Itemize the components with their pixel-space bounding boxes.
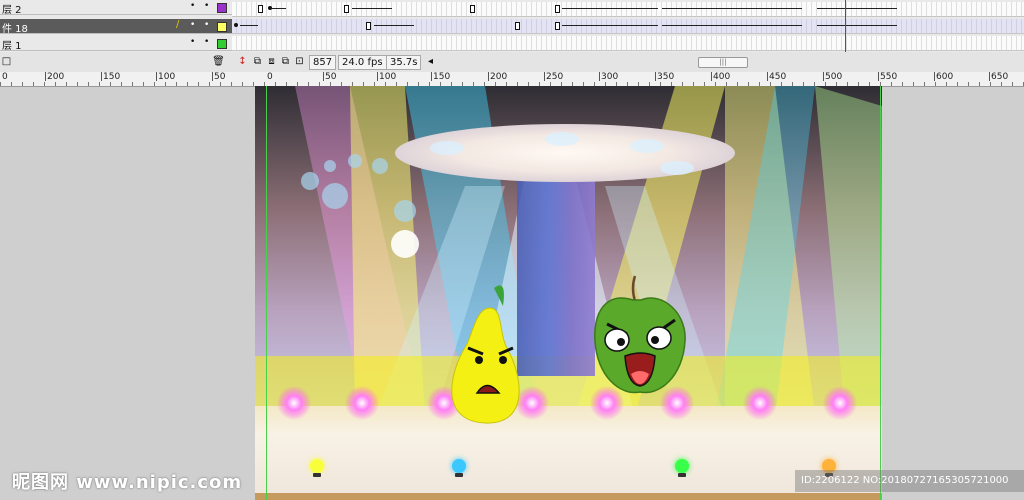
ruler-label: |350 [654, 72, 675, 82]
layer-row-18[interactable]: 件 18 / • • [0, 19, 232, 35]
tween-line [272, 8, 286, 9]
visibility-dot-icon[interactable]: • [190, 1, 195, 11]
characters-svg[interactable] [255, 86, 882, 500]
pear-eye [499, 356, 507, 364]
current-frame: 857 [309, 55, 337, 70]
ruler-label: |450 [766, 72, 787, 82]
ruler-label: 0 [267, 72, 273, 82]
tween-line [662, 8, 802, 9]
keyframe[interactable] [555, 22, 560, 30]
tween-line [240, 25, 258, 26]
center-frame-icon[interactable]: ↕ [236, 55, 249, 68]
ruler-label: |500 [822, 72, 843, 82]
stage-guide-line [266, 86, 267, 500]
ruler-label: |200 [44, 72, 65, 82]
layer-color-swatch[interactable] [217, 3, 227, 13]
keyframe[interactable] [555, 5, 560, 13]
watermark-id: ID:2206122 NO:20180727165305721000 [795, 470, 1024, 492]
frames-row-2[interactable] [232, 2, 1024, 17]
layer-name[interactable]: 层 2 [2, 1, 22, 16]
timeline-status-bar: □ 🗑 ↕ ⧉ ⧈ ⧉ ⊡ 857 24.0 fps 35.7s ◂ ||| [0, 52, 1024, 73]
folder-icon[interactable]: □ [0, 55, 13, 68]
pencil-icon: / [176, 19, 180, 30]
tween-line [562, 25, 658, 26]
layer-name[interactable]: 件 18 [2, 20, 28, 35]
keyframe[interactable] [258, 5, 263, 13]
apple-eye [604, 328, 630, 352]
ruler-label: |400 [710, 72, 731, 82]
watermark-site: 昵图网 www.nipic.com [12, 472, 243, 493]
apple-stem [631, 275, 637, 302]
layer-color-swatch[interactable] [217, 22, 227, 32]
stage-guide-line [880, 86, 881, 500]
keyframe[interactable] [344, 5, 349, 13]
pear-character [451, 285, 520, 424]
trash-icon[interactable]: 🗑 [212, 55, 225, 68]
visibility-dot-icon[interactable]: • [190, 37, 195, 47]
ruler-label: |300 [598, 72, 619, 82]
ruler-label: |200 [487, 72, 508, 82]
layer-row-1[interactable]: 层 1 • • [0, 36, 232, 52]
frames-row-18[interactable] [232, 19, 1024, 34]
tween-line [662, 25, 802, 26]
ruler-label: |600 [933, 72, 954, 82]
layer-row-2[interactable]: 层 2 • • [0, 0, 232, 16]
edit-multiple-frames-icon[interactable]: ⧉ [279, 55, 292, 68]
ruler-label: |50 [322, 72, 337, 82]
visibility-dot-icon[interactable]: • [190, 20, 195, 30]
apple-character [594, 275, 686, 394]
tween-line [374, 25, 414, 26]
ruler-label: 0 [2, 72, 8, 82]
tween-line [817, 8, 897, 9]
layer-name[interactable]: 层 1 [2, 37, 22, 52]
horizontal-scroll-thumb[interactable]: ||| [698, 57, 748, 68]
keyframe[interactable] [234, 23, 238, 27]
scroll-left-arrow-icon[interactable]: ◂ [424, 55, 437, 68]
ruler-label: |650 [988, 72, 1009, 82]
keyframe[interactable] [470, 5, 475, 13]
ruler-label: |100 [155, 72, 176, 82]
ruler-label: |100 [376, 72, 397, 82]
ruler-label: |550 [877, 72, 898, 82]
tween-line [817, 25, 897, 26]
tween-line [352, 8, 392, 9]
tween-line [562, 8, 658, 9]
frames-row-1[interactable] [232, 36, 1024, 51]
ruler-label: |150 [100, 72, 121, 82]
pear-eye [475, 356, 483, 364]
keyframe[interactable] [515, 22, 520, 30]
modify-markers-icon[interactable]: ⊡ [293, 55, 306, 68]
onion-skin-icon[interactable]: ⧉ [251, 55, 264, 68]
ruler-label: |50 [211, 72, 226, 82]
timeline-panel: 层 2 • • 件 18 / • • 层 1 • • [0, 0, 1024, 53]
horizontal-ruler: 0 |200 |150 |100 |50 0 |50 |100 |150 |20… [0, 72, 1024, 87]
frame-rate: 24.0 fps [338, 55, 387, 70]
ruler-label: |250 [543, 72, 564, 82]
lock-dot-icon[interactable]: • [204, 37, 209, 47]
lock-dot-icon[interactable]: • [204, 1, 209, 11]
playhead[interactable] [845, 0, 846, 52]
ruler-label: |150 [430, 72, 451, 82]
apple-eye [646, 326, 672, 350]
lock-dot-icon[interactable]: • [204, 20, 209, 30]
layer-color-swatch[interactable] [217, 39, 227, 49]
onion-outline-icon[interactable]: ⧈ [265, 55, 278, 68]
keyframe[interactable] [366, 22, 371, 30]
pear-leaf [494, 285, 504, 306]
stage-canvas[interactable] [255, 86, 882, 500]
elapsed-time: 35.7s [386, 55, 422, 70]
